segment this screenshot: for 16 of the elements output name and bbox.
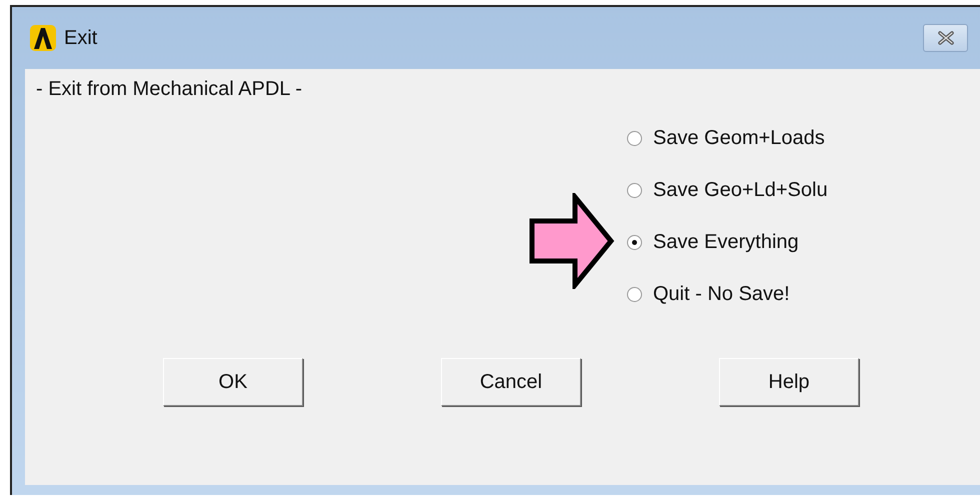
radio-option[interactable]: Quit - No Save! xyxy=(627,278,790,311)
close-button[interactable] xyxy=(923,24,968,52)
app-logo-icon xyxy=(30,25,56,51)
radio-button[interactable] xyxy=(627,131,642,146)
radio-button[interactable] xyxy=(627,235,642,250)
radio-option[interactable]: Save Geom+Loads xyxy=(627,122,825,155)
radio-option[interactable]: Save Geo+Ld+Solu xyxy=(627,174,828,207)
window-title: Exit xyxy=(64,26,98,50)
radio-button[interactable] xyxy=(627,183,642,198)
radio-option[interactable]: Save Everything xyxy=(627,226,799,259)
dialog-button[interactable]: Help xyxy=(719,358,859,406)
radio-button[interactable] xyxy=(627,287,642,302)
dialog-heading: - Exit from Mechanical APDL - xyxy=(35,77,304,101)
dialog-button[interactable]: OK xyxy=(163,358,303,406)
close-icon xyxy=(936,31,956,45)
dialog-button[interactable]: Cancel xyxy=(441,358,581,406)
